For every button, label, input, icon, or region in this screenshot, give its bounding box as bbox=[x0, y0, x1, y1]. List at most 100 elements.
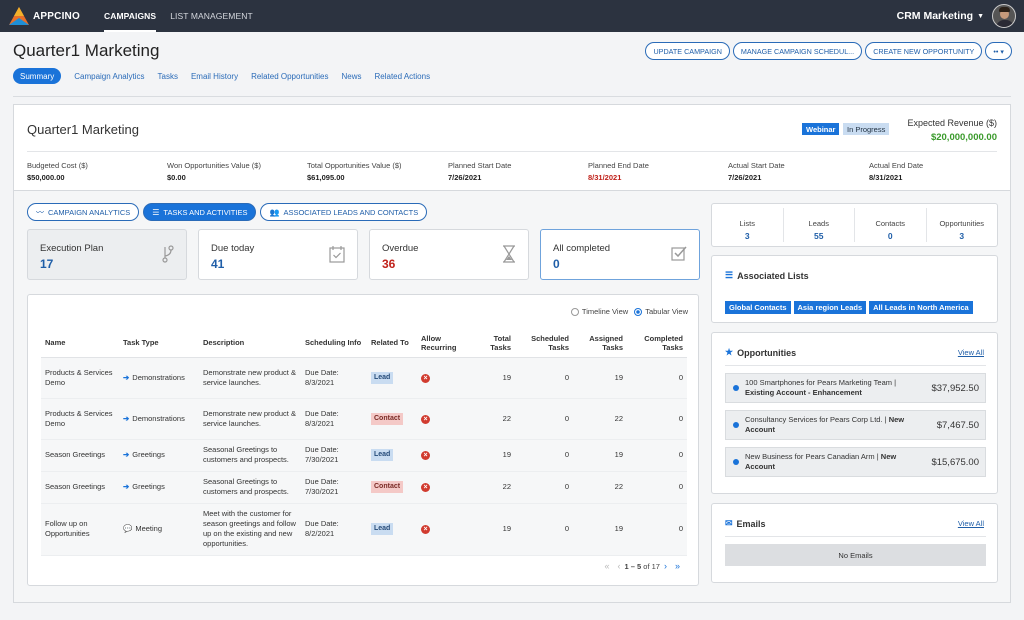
col-total-tasks[interactable]: Total Tasks bbox=[475, 329, 515, 358]
col-scheduled-tasks[interactable]: Scheduled Tasks bbox=[515, 329, 573, 358]
pagination: « ‹ 1 – 5 of 17 › » bbox=[601, 561, 685, 571]
task-type-label: Meeting bbox=[135, 524, 163, 533]
list-chip[interactable]: Asia region Leads bbox=[793, 301, 867, 314]
tab-tasks[interactable]: Tasks bbox=[158, 68, 178, 84]
metric-actual-start: Actual Start Date 7/26/2021 bbox=[728, 161, 785, 182]
task-name[interactable]: Follow up on Opportunities bbox=[41, 503, 119, 556]
envelope-icon: ✉ bbox=[725, 518, 733, 528]
task-schedule: Due Date: 8/2/2021 bbox=[301, 503, 367, 556]
count-contacts[interactable]: Contacts 0 bbox=[855, 208, 927, 242]
brand-logo[interactable]: APPCINO bbox=[8, 6, 80, 26]
count-lists[interactable]: Lists 3 bbox=[712, 208, 784, 242]
org-switcher[interactable]: CRM Marketing bbox=[897, 10, 973, 22]
count-value: 3 bbox=[959, 231, 965, 241]
count-label: Leads bbox=[808, 219, 829, 228]
col-task-type[interactable]: Task Type bbox=[119, 329, 199, 358]
status-badge: In Progress bbox=[843, 123, 890, 135]
manage-campaign-schedule-button[interactable]: MANAGE CAMPAIGN SCHEDUL... bbox=[732, 42, 863, 60]
task-related: Lead bbox=[367, 439, 417, 472]
col-related-to[interactable]: Related To bbox=[367, 329, 417, 358]
table-row[interactable]: Season Greetings ➔ Greetings Seasonal Gre… bbox=[41, 471, 687, 504]
tab-summary[interactable]: Summary bbox=[13, 68, 62, 84]
tile-overdue[interactable]: Overdue 36 bbox=[369, 229, 529, 280]
table-row[interactable]: Follow up on Opportunities 💬 Meeting Meet… bbox=[41, 503, 687, 556]
subtab-campaign-analytics[interactable]: 〰 CAMPAIGN ANALYTICS bbox=[27, 203, 140, 221]
count-opportunities[interactable]: Opportunities 3 bbox=[927, 208, 998, 242]
task-recurring: × bbox=[417, 503, 475, 556]
opportunity-item[interactable]: New Business for Pears Canadian Arm | Ne… bbox=[725, 447, 986, 477]
task-scheduled: 0 bbox=[515, 439, 573, 472]
col-name[interactable]: Name bbox=[41, 329, 119, 358]
opportunity-item[interactable]: Consultancy Services for Pears Corp Ltd.… bbox=[725, 410, 986, 440]
tab-campaign-analytics[interactable]: Campaign Analytics bbox=[74, 68, 144, 84]
list-chip[interactable]: All Leads in North America bbox=[869, 301, 973, 314]
task-recurring: × bbox=[417, 398, 475, 440]
emails-card: ✉ Emails View All No Emails bbox=[711, 503, 998, 583]
count-label: Opportunities bbox=[939, 219, 985, 228]
nav-campaigns[interactable]: CAMPAIGNS bbox=[103, 0, 157, 32]
task-name[interactable]: Season Greetings bbox=[41, 471, 119, 504]
users-icon: 👥 bbox=[269, 207, 280, 217]
task-completed: 0 bbox=[627, 357, 687, 399]
tab-related-actions[interactable]: Related Actions bbox=[374, 68, 430, 84]
task-assigned: 19 bbox=[573, 503, 627, 556]
opportunities-view-all-link[interactable]: View All bbox=[958, 348, 984, 357]
emails-view-all-link[interactable]: View All bbox=[958, 519, 984, 528]
radio-label: Timeline View bbox=[581, 307, 629, 316]
tab-email-history[interactable]: Email History bbox=[191, 68, 238, 84]
opportunity-item[interactable]: 100 Smartphones for Pears Marketing Team… bbox=[725, 373, 986, 403]
table-row[interactable]: Products & Services Demo ➔ Demonstrations… bbox=[41, 398, 687, 440]
tile-all-completed[interactable]: All completed 0 bbox=[540, 229, 700, 280]
metric-budgeted-cost: Budgeted Cost ($) $50,000.00 bbox=[27, 161, 88, 182]
task-scheduled: 0 bbox=[515, 503, 573, 556]
table-row[interactable]: Season Greetings ➔ Greetings Seasonal Gre… bbox=[41, 439, 687, 472]
first-page-icon[interactable]: « bbox=[605, 561, 610, 571]
more-actions-button[interactable]: •• ▾ bbox=[985, 42, 1012, 60]
task-name[interactable]: Products & Services Demo bbox=[41, 398, 119, 440]
timeline-view-radio[interactable]: Timeline View bbox=[570, 307, 629, 316]
subtab-tasks-and-activities[interactable]: ☰ TASKS AND ACTIVITIES bbox=[143, 203, 257, 221]
user-avatar[interactable] bbox=[992, 4, 1016, 28]
associated-lists-card: ☰ Associated Lists Global Contacts Asia … bbox=[711, 255, 998, 323]
task-description: Demonstrate new product & service launch… bbox=[199, 398, 301, 440]
card-title: Emails bbox=[736, 518, 766, 529]
task-name[interactable]: Products & Services Demo bbox=[41, 357, 119, 399]
metric-value: 8/31/2021 bbox=[588, 173, 622, 182]
last-page-icon[interactable]: » bbox=[675, 561, 680, 571]
create-new-opportunity-button[interactable]: CREATE NEW OPPORTUNITY bbox=[865, 42, 983, 60]
task-related: Lead bbox=[367, 503, 417, 556]
col-assigned-tasks[interactable]: Assigned Tasks bbox=[573, 329, 627, 358]
prev-page-icon[interactable]: ‹ bbox=[618, 561, 621, 571]
update-campaign-button[interactable]: UPDATE CAMPAIGN bbox=[645, 42, 730, 60]
col-allow-recurring[interactable]: Allow Recurring bbox=[417, 329, 475, 358]
chevron-down-icon[interactable]: ▼ bbox=[977, 13, 984, 20]
subtab-associated-leads[interactable]: 👥 ASSOCIATED LEADS AND CONTACTS bbox=[260, 203, 428, 221]
nav-list-management[interactable]: LIST MANAGEMENT bbox=[170, 0, 253, 32]
tab-related-opportunities[interactable]: Related Opportunities bbox=[251, 68, 328, 84]
campaign-card: Quarter1 Marketing Webinar In Progress E… bbox=[13, 104, 1011, 603]
list-chip[interactable]: Global Contacts bbox=[725, 301, 791, 314]
appcino-logo-icon bbox=[9, 7, 29, 25]
metric-value: $61,095.00 bbox=[307, 173, 345, 182]
count-leads[interactable]: Leads 55 bbox=[784, 208, 855, 242]
task-name[interactable]: Season Greetings bbox=[41, 439, 119, 472]
tile-value: 41 bbox=[211, 257, 225, 271]
col-completed-tasks[interactable]: Completed Tasks bbox=[627, 329, 687, 358]
tile-label: All completed bbox=[553, 243, 611, 254]
related-badge: Lead bbox=[371, 371, 394, 384]
tile-execution-plan[interactable]: Execution Plan 17 bbox=[27, 229, 187, 280]
metric-value: 7/26/2021 bbox=[448, 173, 482, 182]
table-row[interactable]: Products & Services Demo ➔ Demonstrations… bbox=[41, 357, 687, 399]
expected-revenue-value: $20,000,000.00 bbox=[930, 132, 997, 143]
task-type: ➔ Greetings bbox=[119, 471, 199, 504]
close-circle-icon: × bbox=[421, 483, 430, 492]
star-icon: ★ bbox=[725, 347, 734, 357]
tabular-view-radio[interactable]: Tabular View bbox=[634, 307, 688, 316]
col-scheduling-info[interactable]: Scheduling Info bbox=[301, 329, 367, 358]
col-description[interactable]: Description bbox=[199, 329, 301, 358]
next-page-icon[interactable]: › bbox=[664, 561, 667, 571]
task-description: Seasonal Greetings to customers and pros… bbox=[199, 471, 301, 504]
tab-news[interactable]: News bbox=[341, 68, 361, 84]
related-badge: Contact bbox=[371, 412, 404, 425]
tile-due-today[interactable]: Due today 41 bbox=[198, 229, 358, 280]
